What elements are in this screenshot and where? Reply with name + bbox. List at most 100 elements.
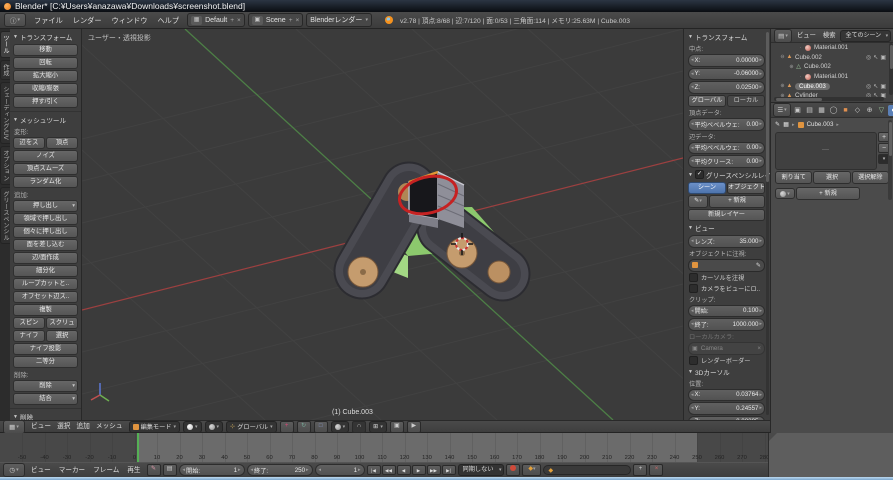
clip-start-field[interactable]: ◂開始:0.100▸ [688,305,765,318]
menu-item[interactable]: メッシュ [93,421,126,432]
tool-button[interactable]: 辺をス [13,137,45,149]
outliner-scrollbar-horizontal[interactable] [774,97,884,101]
new-material-button[interactable]: + 新規 [796,187,860,200]
eyedropper-icon[interactable]: ✎ [756,262,761,269]
tool-menu-button[interactable]: 削除 [13,380,78,392]
menu-item[interactable]: ビュー [27,464,55,477]
lock-camera-checkbox[interactable]: カメラをビューにロ.. [689,284,765,293]
tool-button[interactable]: 複製 [13,304,78,316]
outliner-row[interactable]: ⊕△ Cube.002 [771,62,893,72]
tool-button[interactable]: 面を差し込む [13,239,78,251]
sync-dropdown[interactable]: 同期しない [458,464,505,477]
tab-render-icon[interactable]: ▣ [792,105,803,116]
tab-scene-icon[interactable]: ▦ [816,105,827,116]
tab-grease-pencil[interactable]: グリースペンシル [0,187,10,245]
transport-button[interactable]: ◀◀ [382,465,396,475]
deselect-button[interactable]: 選択解除 [852,171,889,184]
cursor-panel-header[interactable]: 3Dカーソル [688,367,765,377]
material-browse-dropdown[interactable]: ▾ [775,188,795,199]
gpencil-panel-header[interactable]: グリースペンシルレイ [688,170,765,180]
edge-bevel-field[interactable]: ◂平均ベベルウェ:0.00▸ [688,142,765,155]
tool-button[interactable]: 頂点 [46,137,78,149]
menu-item[interactable]: ファイル [29,13,68,28]
orientation-dropdown[interactable]: ⊹ グローバル ▾ [226,421,277,433]
clip-end-field[interactable]: ◂終了:1000.000▸ [688,318,765,331]
tool-button[interactable]: ナイフ投影 [13,343,78,355]
tool-button[interactable]: スクリュ [46,317,78,329]
timeline-option-icon[interactable]: ✎ [147,464,161,476]
frame-end-field[interactable]: ◂終了:250▸ [247,464,313,477]
tab-data-icon[interactable]: ▽ [876,105,887,116]
cursor-y-field[interactable]: ◂Y:0.24557▸ [688,402,765,415]
menu-item[interactable]: フレーム [89,464,123,477]
eyedropper-icon[interactable]: ✎ [775,121,780,128]
panel-transform-header[interactable]: トランスフォーム [13,32,78,42]
render-icon[interactable]: ▣ [880,54,886,61]
titlebar[interactable]: Blender* [C:¥Users¥anazawa¥Downloads¥scr… [0,0,893,12]
editor-type-button[interactable]: ▦▾ [3,420,25,434]
menu-item[interactable]: 再生 [123,464,144,477]
transport-button[interactable]: ▶ [412,465,426,475]
transport-button[interactable]: ▶| [442,465,456,475]
tool-button[interactable]: スピン [13,317,45,329]
panel-meshtools-header[interactable]: メッシュツール [13,115,78,125]
select-button[interactable]: 選択 [813,171,850,184]
pointer-icon[interactable]: ↖ [873,83,878,90]
vertex-bevel-field[interactable]: ◂平均ベベルウェ:0.00▸ [688,118,765,131]
current-frame-field[interactable]: ◂1▸ [315,464,365,477]
render-border-checkbox[interactable]: レンダーボーダー [689,356,765,365]
menu-item[interactable]: ヘルプ [152,13,184,28]
manipulator-scale-button[interactable]: □ [314,421,328,433]
tab-object-icon[interactable]: ■ [840,105,851,116]
tool-menu-button[interactable]: 結合 [13,393,78,405]
eye-icon[interactable]: ◎ [866,83,871,90]
extrude-menu-button[interactable]: 押し出し [13,200,78,212]
active-keying-set-field[interactable]: ◆ [543,465,631,476]
tool-button[interactable]: 選択 [46,330,78,342]
tool-button[interactable]: 領域で押し出し [13,213,78,225]
gpencil-scene-toggle[interactable]: シーン [688,182,726,195]
lock-object-field[interactable]: ✎ [688,259,765,272]
outliner-row-selected[interactable]: ⊕▲ Cube.003 ◎↖▣ [771,81,893,91]
gpencil-object-toggle[interactable]: オブジェクト [727,182,765,195]
global-button[interactable]: グローバル [688,95,726,108]
tab-material-icon[interactable]: ● [888,105,893,116]
render-engine-selector[interactable]: Blenderレンダー ▾ [306,13,372,27]
properties-scrollbar[interactable] [888,120,892,200]
delete-keyframe-button[interactable]: × [649,464,663,476]
tool-button[interactable]: ループカットと.. [13,278,78,290]
viewport-3d[interactable]: ユーザー・透視投影 (1) Cube.003 [82,29,683,420]
eye-icon[interactable]: ◎ [866,54,871,61]
tool-button[interactable]: 辺/面作成 [13,252,78,264]
editor-type-button[interactable]: ◷▾ [3,463,25,477]
npanel-transform-header[interactable]: トランスフォーム [688,32,765,42]
cursor-x-field[interactable]: ◂X:0.03764▸ [688,389,765,402]
tool-button[interactable]: 回転 [13,57,78,69]
proportional-edit-dropdown[interactable]: ▾ [331,421,350,433]
transport-button[interactable]: |◀ [367,465,381,475]
assign-button[interactable]: 割り当て [775,171,812,184]
menu-item[interactable]: 追加 [73,421,92,432]
viewport-shading-dropdown[interactable]: ▾ [183,421,202,433]
operator-panel-header[interactable]: 削除 [13,412,78,420]
menu-item[interactable]: ビュー [795,30,818,42]
editor-type-button[interactable]: ▤▾ [774,29,792,43]
gpencil-checkbox[interactable] [695,170,704,179]
lens-field[interactable]: ◂レンズ:35.000▸ [688,235,765,248]
frame-start-field[interactable]: ◂開始:1▸ [179,464,245,477]
screen-layout-selector[interactable]: ▦ Default + × [187,13,245,27]
render-icon[interactable]: ▣ [880,83,886,90]
local-camera-field[interactable]: ▣Camera× [688,342,765,355]
menu-item[interactable]: ウィンドウ [107,13,153,28]
view-panel-header[interactable]: ビュー [688,223,765,233]
tool-button[interactable]: ナイフ [13,330,45,342]
outliner-filter-dropdown[interactable]: 全てのシーン [840,30,891,42]
tool-button[interactable]: 細分化 [13,265,78,277]
gpencil-pencil-icon[interactable]: ✎▾ [688,195,708,208]
tool-button[interactable]: ノイズ [13,150,78,162]
tool-button[interactable]: ランダム化 [13,176,78,188]
tool-button[interactable]: 拡大縮小 [13,70,78,82]
add-layout-icon[interactable]: + [230,17,234,24]
pivot-point-dropdown[interactable]: ▾ [205,421,224,433]
editor-type-button[interactable]: ☰▾ [773,103,791,117]
